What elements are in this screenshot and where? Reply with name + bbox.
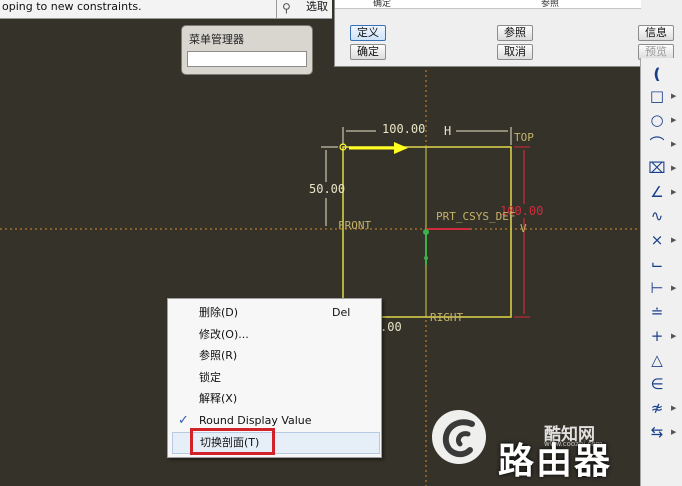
point-tool-dropdown-icon[interactable]: ▶ bbox=[671, 235, 679, 245]
fillet-tool-icon[interactable]: ⌧ bbox=[647, 158, 667, 178]
dim-h-label: H bbox=[444, 124, 452, 138]
trim-tool-dropdown-icon[interactable]: ▶ bbox=[671, 403, 679, 413]
circle-tool-dropdown-icon[interactable]: ▶ bbox=[671, 115, 679, 125]
point-tool-icon[interactable]: × bbox=[647, 230, 667, 250]
menu-item-delete-label: 删除(D) bbox=[199, 306, 239, 319]
highlight-box bbox=[190, 428, 275, 455]
menu-item-delete-shortcut: Del bbox=[332, 306, 351, 319]
dim-bottom-value[interactable]: .00 bbox=[380, 320, 402, 334]
spline-tool-icon[interactable]: ∿ bbox=[647, 206, 667, 226]
menu-item-lock-label: 锁定 bbox=[199, 371, 221, 384]
mirror-tool-dropdown-icon[interactable]: ▶ bbox=[671, 427, 679, 437]
csys-label: PRT_CSYS_DEF bbox=[436, 210, 516, 223]
fillet-tool-dropdown-icon[interactable]: ▶ bbox=[671, 163, 679, 173]
watermark-logo-icon bbox=[432, 410, 486, 464]
menu-item-delete[interactable]: 删除(D) Del bbox=[168, 303, 381, 323]
dim-horizontal-value[interactable]: 100.00 bbox=[382, 122, 425, 136]
direction-arrow-head bbox=[394, 142, 408, 154]
trim-tool-icon[interactable]: ≉ bbox=[647, 398, 667, 418]
circle-tool-icon[interactable]: ○ bbox=[647, 110, 667, 130]
mirror-tool-icon[interactable]: ⇆ bbox=[647, 422, 667, 442]
modify-tool-icon[interactable]: ≐ bbox=[647, 302, 667, 322]
palette-tool-icon[interactable]: ∈ bbox=[647, 374, 667, 394]
watermark-big-text: 路由器 bbox=[498, 441, 613, 482]
constraint-tool-icon[interactable]: + bbox=[647, 326, 667, 346]
checkmark-icon: ✓ bbox=[178, 413, 189, 428]
datum-label-front: FRONT bbox=[338, 219, 372, 232]
datum-label-top: TOP bbox=[514, 131, 534, 144]
rectangle-tool-icon[interactable]: □ bbox=[647, 86, 667, 106]
constraint-tool-dropdown-icon[interactable]: ▶ bbox=[671, 331, 679, 341]
arc-tool-dropdown-icon[interactable]: ▶ bbox=[671, 139, 679, 149]
coordinate-system-tool-icon[interactable]: ⌙ bbox=[647, 254, 667, 274]
menu-item-modify-label: 修改(O)... bbox=[199, 328, 249, 341]
dimension-tool-dropdown-icon[interactable]: ▶ bbox=[671, 283, 679, 293]
chamfer-tool-icon[interactable]: ∠ bbox=[647, 182, 667, 202]
snap-point bbox=[424, 256, 428, 260]
line-tool-icon[interactable]: ❪ bbox=[647, 64, 667, 84]
csys-origin bbox=[423, 229, 429, 235]
menu-item-reference[interactable]: 参照(R) bbox=[168, 346, 381, 366]
datum-label-right: RIGHT bbox=[430, 311, 464, 324]
menu-item-explain[interactable]: 解释(X) bbox=[168, 389, 381, 409]
text-tool-icon[interactable]: △ bbox=[647, 350, 667, 370]
rectangle-tool-dropdown-icon[interactable]: ▶ bbox=[671, 91, 679, 101]
menu-item-lock[interactable]: 锁定 bbox=[168, 368, 381, 388]
dimension-tool-icon[interactable]: ⊢ bbox=[647, 278, 667, 298]
chamfer-tool-dropdown-icon[interactable]: ▶ bbox=[671, 187, 679, 197]
sketch-toolbar: ❪ □ ▶ ○ ▶ ⌒ ▶ ⌧ ▶ ∠ ▶ ∿ × ▶ ⌙ ⊢ ▶ ≐ + ▶ … bbox=[640, 58, 682, 486]
menu-item-explain-label: 解释(X) bbox=[199, 392, 238, 405]
menu-item-reference-label: 参照(R) bbox=[199, 349, 238, 362]
dim-vertical-value[interactable]: 50.00 bbox=[309, 182, 345, 196]
menu-item-modify[interactable]: 修改(O)... bbox=[168, 325, 381, 345]
datum-label-v: V bbox=[520, 222, 527, 235]
watermark-logo-swirl bbox=[442, 419, 475, 458]
sketch-inner-line bbox=[342, 146, 427, 318]
arc-tool-icon[interactable]: ⌒ bbox=[647, 134, 667, 154]
